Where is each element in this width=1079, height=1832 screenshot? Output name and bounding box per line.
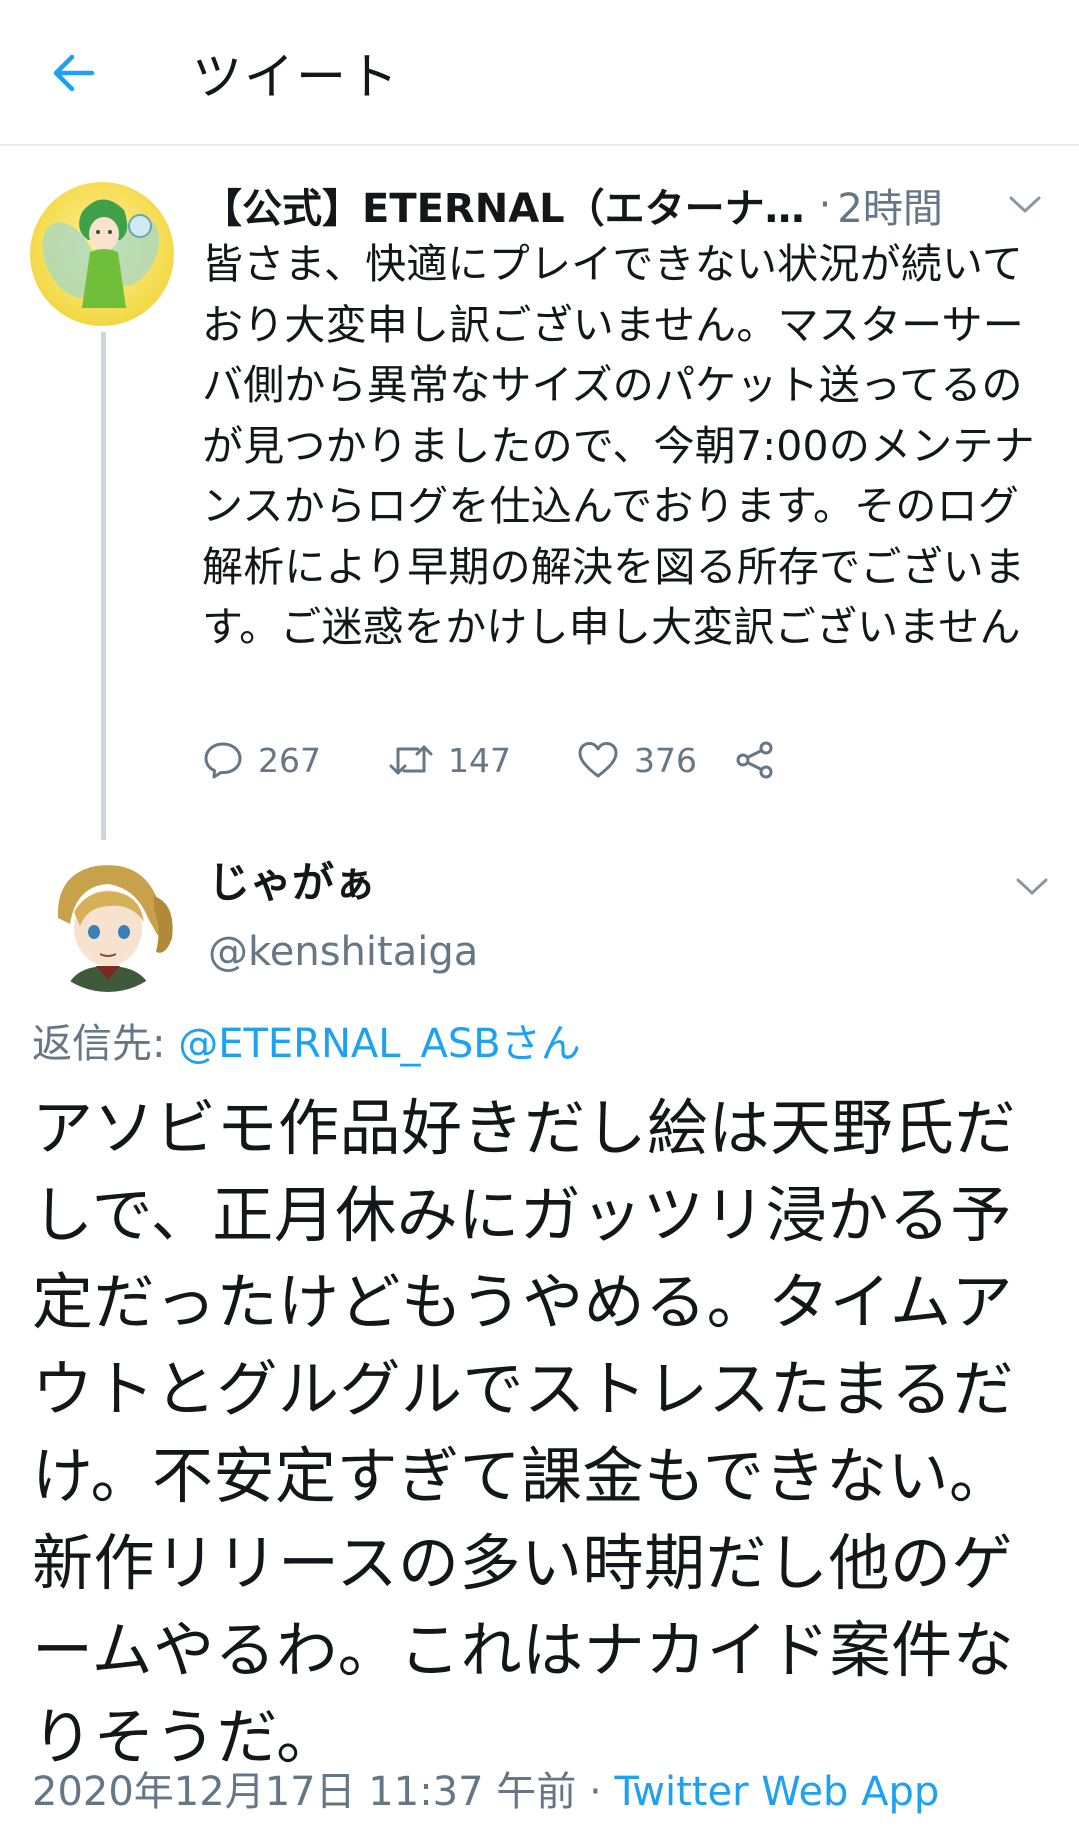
parent-display-name[interactable]: 【公式】ETERNAL（エターナ… [202, 176, 805, 234]
reply-button[interactable]: 267 [202, 730, 321, 790]
avatar[interactable] [36, 848, 180, 992]
tweet-meta: 2020年12月17日 11:37 午前 · Twitter Web App [32, 1762, 939, 1822]
reply-icon [204, 742, 242, 779]
header-separator: · [818, 182, 832, 228]
reply-tweet-text: アソビモ作品好きだし絵は天野氏だしで、正月休みにガッツリ浸かる予定だったけどもう… [32, 1093, 1017, 1773]
parent-tweet-header: 【公式】ETERNAL（エターナ… · 2時間 [202, 172, 1042, 238]
like-button[interactable]: 376 [576, 730, 697, 790]
meta-separator: · [576, 1769, 615, 1815]
tweet-actions-bar: 267 147 376 [202, 730, 962, 790]
like-count: 376 [634, 740, 697, 780]
tweet-source-link[interactable]: Twitter Web App [614, 1769, 939, 1815]
share-button[interactable] [734, 730, 776, 790]
reply-context: 返信先: @ETERNAL_ASBさん [32, 1014, 581, 1074]
parent-tweet-menu-button[interactable] [1003, 186, 1047, 222]
share-icon [736, 741, 773, 779]
heart-icon [578, 742, 618, 778]
parent-tweet-time[interactable]: 2時間 [837, 176, 942, 234]
top-app-bar: ツイート [0, 0, 1079, 146]
reply-count: 267 [258, 740, 321, 780]
retweet-count: 147 [448, 740, 511, 780]
reply-to-mention-link[interactable]: @ETERNAL_ASBさん [178, 1021, 581, 1067]
chevron-down-icon [1016, 878, 1048, 895]
reply-user-handle[interactable]: @kenshitaiga [208, 924, 478, 980]
avatar[interactable] [30, 182, 174, 326]
retweet-button[interactable]: 147 [388, 730, 511, 790]
tweet-timestamp[interactable]: 2020年12月17日 11:37 午前 [32, 1769, 576, 1815]
back-button[interactable] [40, 40, 106, 106]
page-title: ツイート [192, 48, 400, 106]
retweet-icon [389, 745, 433, 775]
chevron-down-icon [1009, 196, 1041, 213]
thread-connector-line [101, 332, 106, 840]
reply-to-label: 返信先: [32, 1021, 179, 1067]
arrow-left-icon [53, 54, 95, 92]
reply-tweet-menu-button[interactable] [1010, 868, 1054, 904]
parent-tweet-text: 皆さま、快適にプレイできない状況が続いており大変申し訳ございません。マスターサー… [202, 240, 1035, 651]
reply-display-name[interactable]: じゃがぁ [208, 855, 376, 911]
